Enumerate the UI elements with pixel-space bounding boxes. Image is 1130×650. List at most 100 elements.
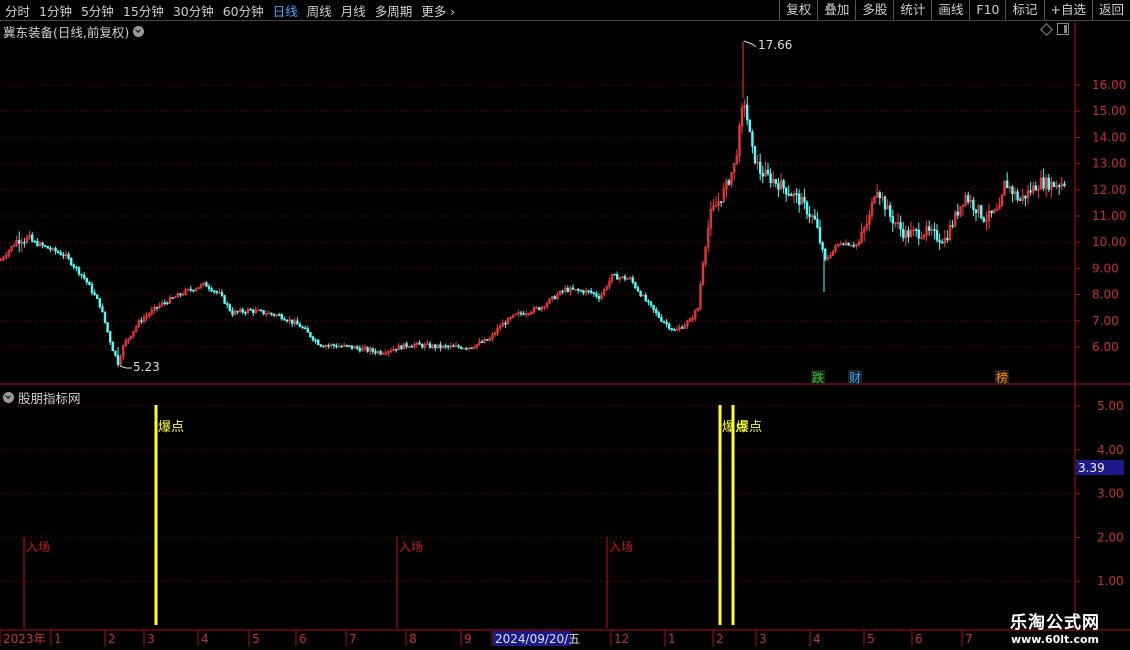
x-tick-label: 4	[813, 632, 821, 646]
candle-body	[1029, 190, 1032, 193]
candle-body	[818, 227, 822, 243]
candle-body	[899, 222, 902, 230]
candle-body	[1052, 181, 1056, 187]
chart-canvas[interactable]: 16.0015.0014.0013.0012.0011.0010.009.008…	[0, 0, 1130, 650]
x-tick-label: 1	[54, 632, 62, 646]
x-tick-label: 2	[108, 632, 116, 646]
candle-body	[1016, 191, 1019, 200]
candle-body	[270, 312, 273, 315]
candle-body	[257, 309, 260, 312]
candle-body	[433, 344, 437, 349]
candle-body	[951, 224, 954, 227]
candle-body	[272, 313, 276, 316]
candle-body	[59, 252, 63, 256]
candle-body	[748, 119, 752, 133]
candle-body	[891, 216, 895, 224]
candle-body	[982, 217, 986, 222]
candle-body	[597, 296, 601, 299]
candle-body	[56, 251, 60, 253]
candle-body	[662, 320, 666, 323]
candle-body	[109, 331, 112, 343]
candle-body	[1011, 186, 1014, 195]
candle-body	[366, 347, 369, 352]
candle-body	[67, 253, 70, 259]
candle-body	[140, 320, 143, 322]
candle-body	[816, 218, 819, 228]
price-tick-label: 12.00	[1092, 183, 1126, 197]
candle-body	[301, 326, 304, 329]
candle-body	[649, 301, 653, 306]
event-tag: 财	[849, 371, 861, 385]
candle-body	[758, 161, 762, 174]
candle-body	[226, 303, 229, 305]
candle-body	[23, 241, 26, 244]
candle-body	[821, 241, 824, 250]
candle-body	[938, 239, 941, 243]
candle-body	[459, 346, 463, 349]
candle-body	[277, 314, 281, 316]
price-tick-label: 8.00	[1092, 288, 1119, 302]
candle-body	[88, 281, 91, 285]
candle-body	[244, 311, 247, 314]
candle-body	[582, 290, 585, 294]
explode-bar	[718, 405, 722, 625]
candle-body	[790, 194, 793, 197]
candle-body	[311, 336, 315, 341]
entry-label: 入场	[26, 540, 50, 554]
candle-body	[966, 195, 970, 203]
candle-body	[90, 284, 94, 294]
candle-body	[205, 282, 208, 287]
x-tick-label: 3	[759, 632, 767, 646]
candle-body	[972, 199, 975, 210]
candle-body	[805, 201, 809, 215]
candle-body	[803, 196, 806, 203]
candle-body	[769, 173, 772, 183]
candle-body	[901, 228, 905, 239]
x-tick-label: 9	[464, 632, 472, 646]
candle-body	[54, 247, 57, 252]
entry-label: 入场	[609, 540, 633, 554]
candle-body	[231, 310, 234, 315]
candle-body	[654, 309, 658, 313]
candle-body	[784, 187, 788, 195]
x-tick-label: 5	[252, 632, 260, 646]
candle-body	[345, 344, 348, 347]
candle-body	[252, 309, 255, 313]
candle-body	[974, 209, 978, 214]
candle-body	[249, 309, 252, 311]
candle-body	[774, 179, 778, 184]
candle-body	[1063, 183, 1066, 187]
candle-body	[795, 193, 798, 195]
candle-body	[587, 290, 590, 292]
candle-body	[647, 300, 650, 303]
candle-body	[355, 346, 359, 349]
candle-body	[410, 346, 413, 348]
candle-body	[519, 312, 523, 315]
candle-body	[106, 322, 109, 332]
candle-body	[340, 345, 343, 348]
price-tick-label: 16.00	[1092, 78, 1126, 92]
candle-body	[946, 237, 949, 241]
candle-body	[452, 345, 455, 348]
candle-body	[428, 343, 432, 348]
candle-body	[43, 245, 47, 247]
watermark-title: 乐淘公式网	[1010, 613, 1100, 633]
candle-body	[990, 210, 993, 214]
candle-body	[418, 342, 421, 345]
candle-body	[400, 345, 403, 350]
candle-body	[592, 292, 596, 294]
candle-body	[797, 193, 801, 205]
candle-body	[673, 329, 676, 331]
candle-body	[171, 297, 174, 299]
candle-body	[639, 290, 642, 297]
candle-body	[70, 258, 73, 266]
candle-body	[290, 319, 294, 324]
candle-body	[561, 290, 564, 293]
candle-body	[914, 229, 918, 231]
candle-body	[259, 309, 263, 312]
candle-body	[777, 183, 780, 190]
candle-body	[883, 196, 887, 210]
candle-body	[83, 274, 86, 279]
candle-body	[589, 290, 593, 293]
candle-body	[667, 323, 671, 329]
